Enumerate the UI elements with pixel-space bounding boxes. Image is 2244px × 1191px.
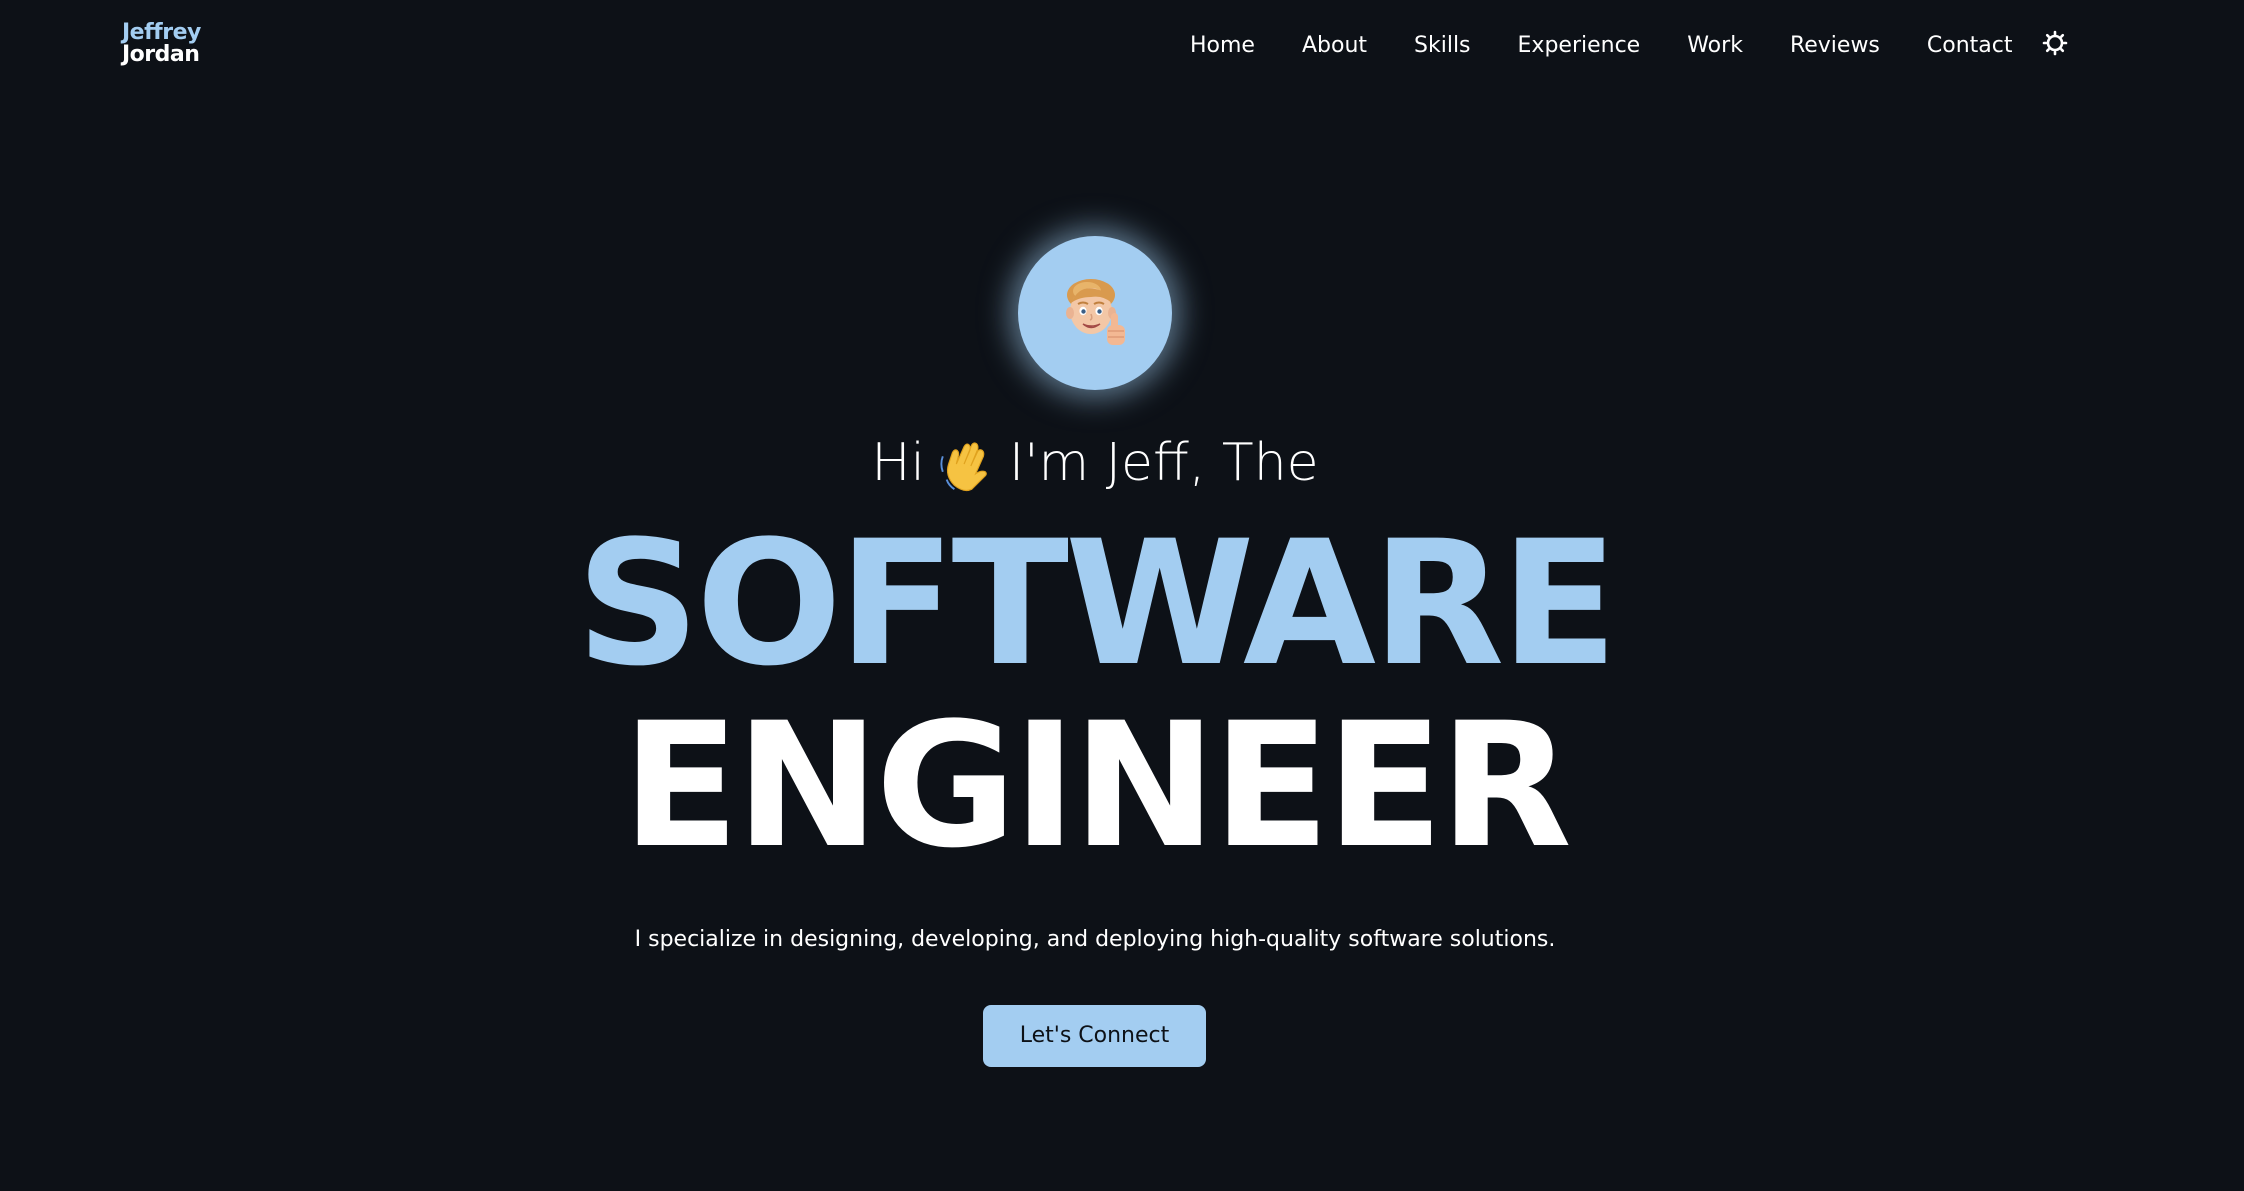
avatar: [1018, 236, 1172, 390]
nav-reviews[interactable]: Reviews: [1790, 26, 1880, 66]
nav-contact[interactable]: Contact: [1927, 26, 2013, 66]
nav-about[interactable]: About: [1302, 26, 1367, 66]
hero-title-line-2: ENGINEER: [622, 685, 1572, 886]
nav-skills[interactable]: Skills: [1414, 26, 1471, 66]
logo-last-name: Jordan: [122, 42, 200, 67]
main-nav: Home About Skills Experience Work Review…: [1190, 26, 2060, 66]
lets-connect-button[interactable]: Let's Connect: [983, 1005, 1206, 1067]
logo-first-name: Jeffrey: [122, 20, 201, 45]
waving-hand-icon: [940, 442, 987, 492]
nav-experience[interactable]: Experience: [1518, 26, 1641, 66]
nav-work[interactable]: Work: [1687, 26, 1743, 66]
sun-icon: [2042, 30, 2068, 56]
nav-home[interactable]: Home: [1190, 26, 1255, 66]
hero-title-line-1: SOFTWARE: [576, 503, 1618, 704]
memoji-thumbs-up-icon: [1066, 279, 1125, 345]
site-logo[interactable]: Jeffrey Jordan: [122, 22, 201, 66]
theme-toggle-button[interactable]: [2040, 28, 2070, 58]
greeting-intro: I'm Jeff, The: [1008, 433, 1319, 493]
greeting-hi: Hi: [871, 433, 925, 493]
hero-greeting: Hi I'm Jeff, The: [0, 428, 2190, 498]
hero-tagline: I specialize in designing, developing, a…: [634, 927, 1556, 952]
